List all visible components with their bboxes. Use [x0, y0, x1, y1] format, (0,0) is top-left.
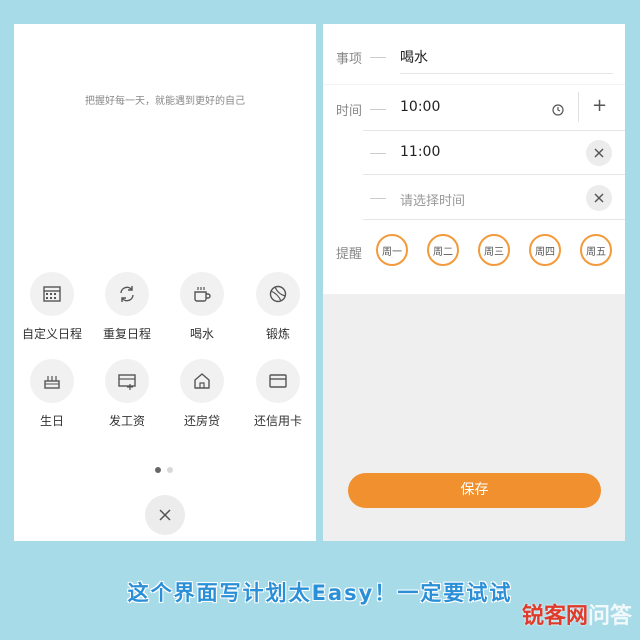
watermark: 锐客网问答 — [522, 598, 632, 630]
close-button[interactable] — [145, 495, 185, 535]
divider — [363, 130, 625, 131]
close-icon — [594, 193, 604, 203]
grid-item-drink-water[interactable]: 喝水 — [164, 272, 240, 342]
time-field-1[interactable]: 10:00 — [400, 99, 440, 115]
add-time-button[interactable]: + — [592, 95, 607, 116]
close-icon — [594, 148, 604, 158]
time-field-3[interactable]: 请选择时间 — [400, 190, 465, 209]
grid-item-exercise[interactable]: 锻炼 — [240, 272, 316, 342]
credit-card-icon — [256, 359, 300, 403]
salary-card-icon — [105, 359, 149, 403]
divider — [578, 92, 579, 122]
item-value-field[interactable]: 喝水 — [400, 47, 428, 67]
grid-item-label: 发工资 — [108, 414, 145, 428]
cake-icon — [30, 359, 74, 403]
section-divider — [323, 84, 625, 85]
day-toggle-thu[interactable]: 周四 — [529, 234, 561, 266]
page-indicator — [152, 458, 176, 477]
remove-time-button[interactable] — [586, 140, 612, 166]
divider — [370, 198, 386, 199]
schedule-form-panel: 事项 喝水 时间 10:00 + 11:00 请选择时间 提醒 周一 周二 周三… — [323, 24, 625, 541]
divider — [370, 57, 386, 58]
grid-item-repeat-schedule[interactable]: 重复日程 — [89, 272, 165, 342]
refresh-icon — [105, 272, 149, 316]
remind-label: 提醒 — [336, 247, 363, 262]
divider — [370, 153, 386, 154]
divider — [363, 174, 625, 175]
grid-item-label: 自定义日程 — [21, 327, 82, 341]
grid-item-label: 重复日程 — [102, 327, 151, 341]
save-button[interactable]: 保存 — [348, 473, 601, 508]
calendar-icon — [30, 272, 74, 316]
cup-icon — [180, 272, 224, 316]
schedule-type-panel: 把握好每一天，就能遇到更好的自己 自定义日程 重复日程 喝水 锻炼 生日 发工资… — [14, 24, 316, 541]
item-label: 事项 — [336, 52, 363, 67]
grid-item-custom-schedule[interactable]: 自定义日程 — [14, 272, 90, 342]
grid-item-credit-card[interactable]: 还信用卡 — [240, 359, 316, 429]
day-toggle-wed[interactable]: 周三 — [478, 234, 510, 266]
divider — [363, 219, 625, 220]
remove-time-button[interactable] — [586, 185, 612, 211]
grid-item-birthday[interactable]: 生日 — [14, 359, 90, 429]
watermark-text: 锐客 — [521, 604, 566, 629]
page-dot[interactable] — [167, 467, 173, 473]
day-toggle-mon[interactable]: 周一 — [376, 234, 408, 266]
day-toggle-tue[interactable]: 周二 — [427, 234, 459, 266]
form-area: 事项 喝水 时间 10:00 + 11:00 请选择时间 提醒 周一 周二 周三… — [323, 24, 625, 294]
time-field-2[interactable]: 11:00 — [400, 144, 440, 160]
grid-item-label: 还信用卡 — [253, 414, 302, 428]
ball-icon — [256, 272, 300, 316]
watermark-text: 网 — [565, 604, 588, 629]
day-toggle-fri[interactable]: 周五 — [580, 234, 612, 266]
clock-icon[interactable] — [552, 101, 564, 120]
grid-item-label: 还房贷 — [183, 414, 220, 428]
divider — [400, 73, 613, 74]
close-icon — [159, 509, 171, 521]
grid-item-label: 锻炼 — [265, 327, 290, 341]
grid-item-label: 生日 — [39, 414, 64, 428]
grid-item-label: 喝水 — [189, 327, 214, 341]
grid-item-mortgage[interactable]: 还房贷 — [164, 359, 240, 429]
time-label: 时间 — [336, 104, 363, 119]
watermark-text: 问答 — [587, 604, 632, 629]
grid-item-payday[interactable]: 发工资 — [89, 359, 165, 429]
page-dot-active[interactable] — [155, 467, 161, 473]
house-icon — [180, 359, 224, 403]
tagline: 把握好每一天，就能遇到更好的自己 — [85, 96, 245, 107]
divider — [370, 109, 386, 110]
